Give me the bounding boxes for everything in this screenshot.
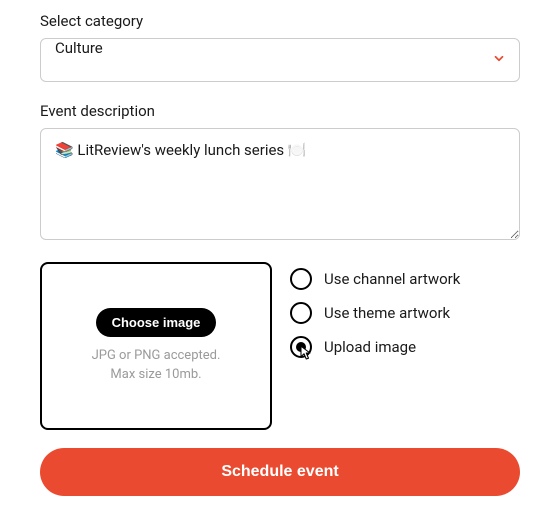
category-select-wrap[interactable]: Culture — [40, 38, 520, 82]
cursor-icon — [295, 344, 313, 366]
radio-label: Use theme artwork — [324, 304, 450, 322]
dropzone-hint: JPG or PNG accepted. Max size 10mb. — [92, 347, 221, 383]
image-row: Choose image JPG or PNG accepted. Max si… — [40, 262, 520, 430]
artwork-radio-group: Use channel artwork Use theme artwork Up… — [290, 262, 460, 430]
radio-icon — [290, 268, 312, 290]
category-select[interactable]: Culture — [40, 38, 520, 82]
radio-theme-artwork[interactable]: Use theme artwork — [290, 302, 460, 324]
radio-label: Use channel artwork — [324, 270, 460, 288]
dropzone-hint-line2: Max size 10mb. — [92, 366, 221, 384]
radio-upload-image[interactable]: Upload image — [290, 336, 460, 358]
schedule-event-button[interactable]: Schedule event — [40, 448, 520, 496]
description-label: Event description — [40, 102, 520, 120]
radio-label: Upload image — [324, 338, 416, 356]
radio-icon — [290, 302, 312, 324]
choose-image-button[interactable]: Choose image — [96, 308, 217, 337]
dropzone-hint-line1: JPG or PNG accepted. — [92, 347, 221, 365]
description-textarea[interactable] — [40, 128, 520, 240]
image-dropzone[interactable]: Choose image JPG or PNG accepted. Max si… — [40, 262, 272, 430]
category-label: Select category — [40, 12, 520, 30]
radio-icon — [290, 336, 312, 358]
radio-channel-artwork[interactable]: Use channel artwork — [290, 268, 460, 290]
